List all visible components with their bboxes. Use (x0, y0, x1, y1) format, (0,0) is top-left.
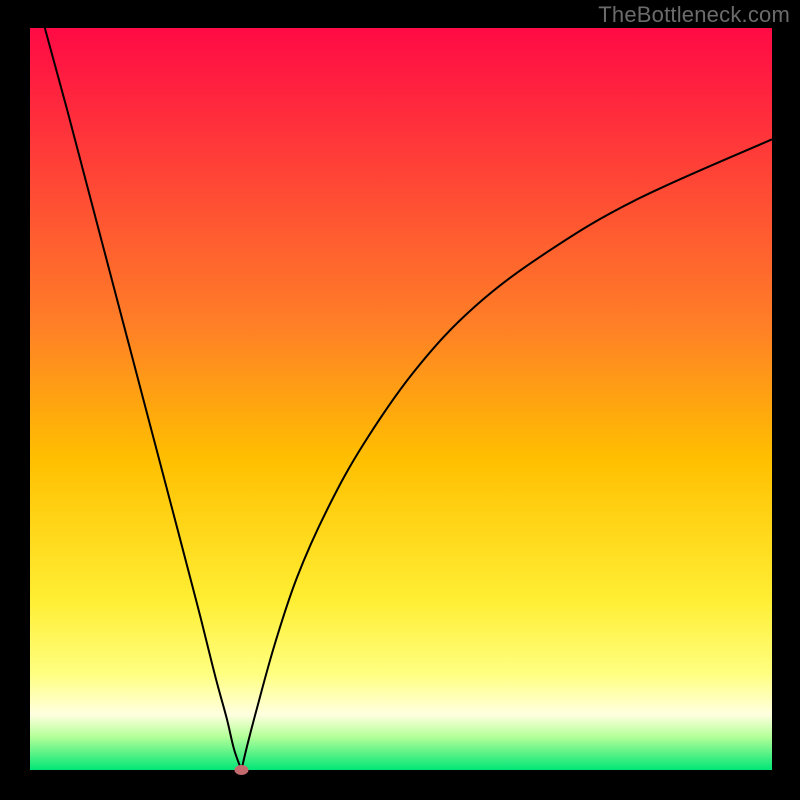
chart-root: TheBottleneck.com (0, 0, 800, 800)
plot-background (30, 28, 772, 770)
minimum-marker (234, 765, 248, 775)
chart-canvas (0, 0, 800, 800)
watermark-text: TheBottleneck.com (598, 2, 790, 28)
